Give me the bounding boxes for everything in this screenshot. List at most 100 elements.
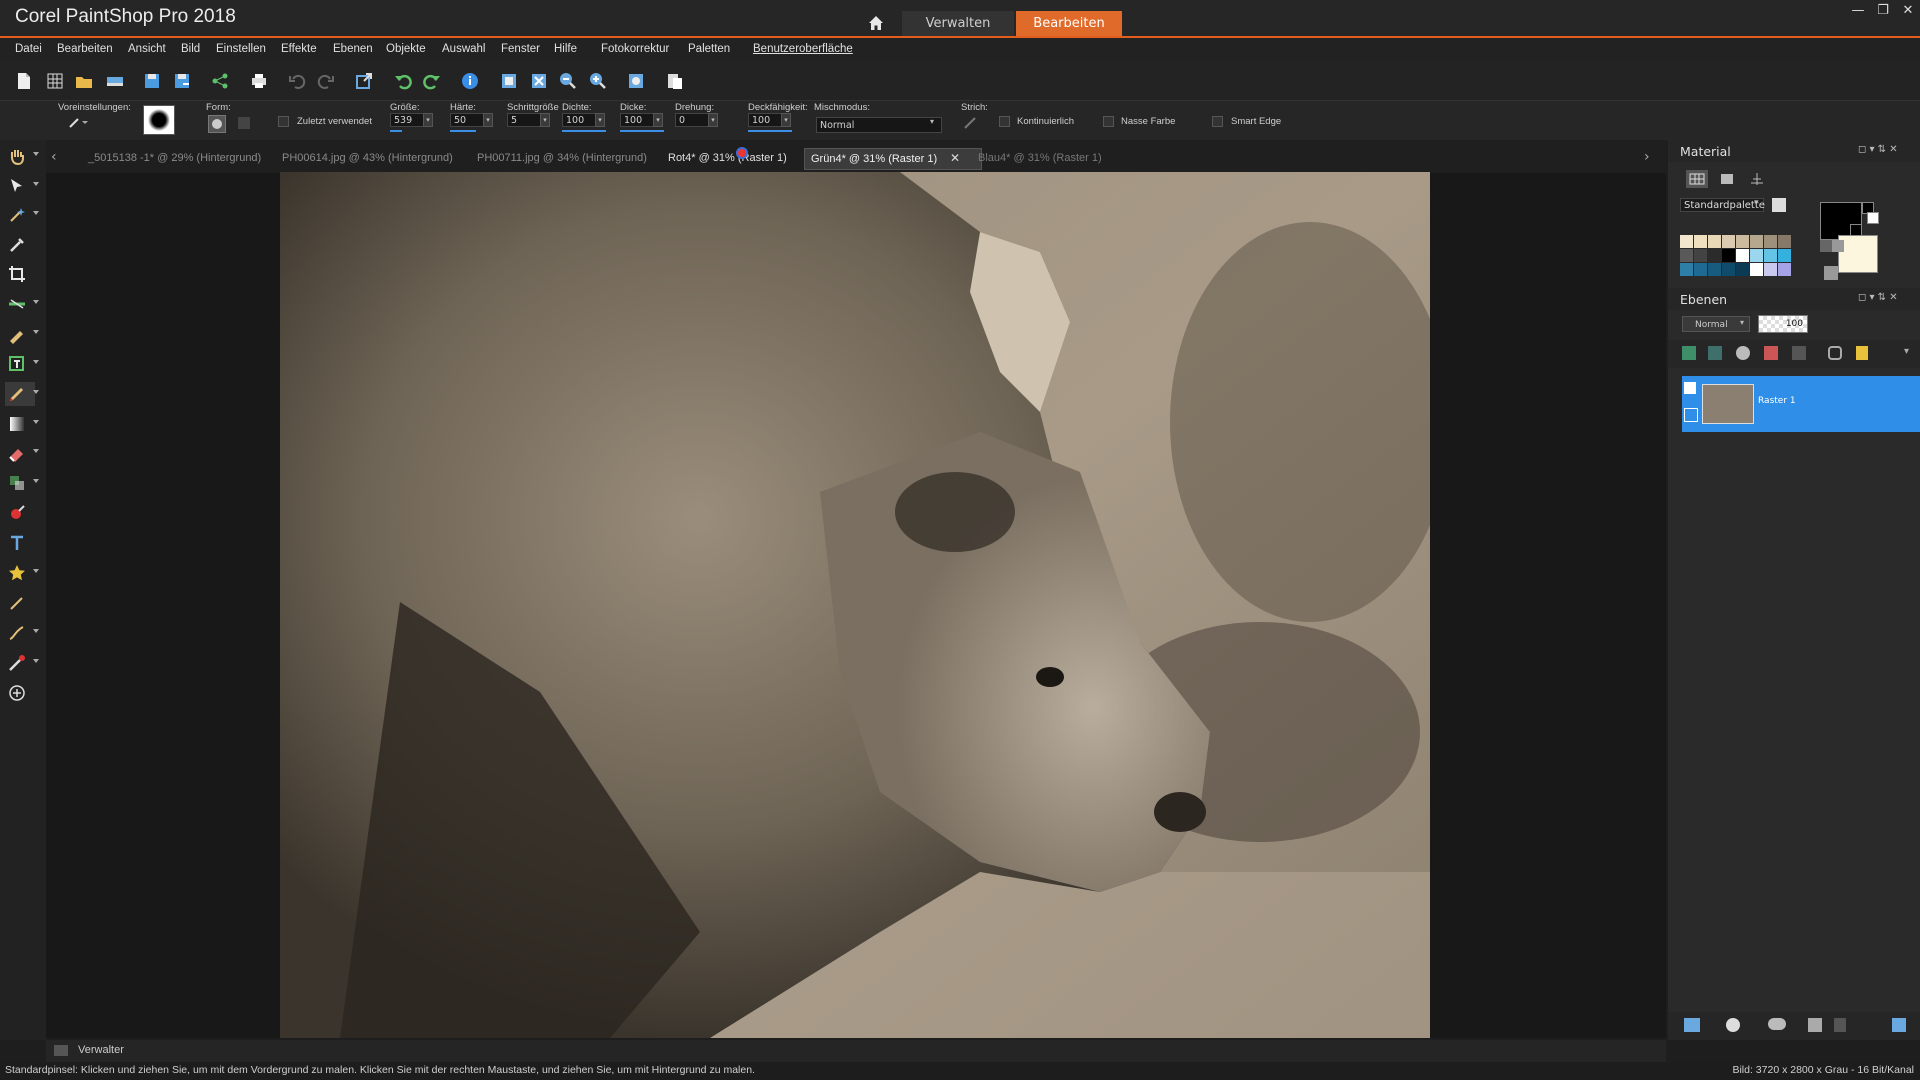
color-swatch[interactable] (1680, 263, 1693, 276)
menu-hilfe[interactable]: Hilfe (554, 43, 577, 55)
pen-tool[interactable] (5, 621, 39, 645)
thickness-field[interactable]: 100 (620, 113, 654, 127)
thickness-slider[interactable] (620, 130, 664, 132)
color-swatch[interactable] (1722, 235, 1735, 248)
size-spinner[interactable]: ▾ (423, 113, 433, 127)
blend-select[interactable]: Normal (816, 117, 942, 133)
pick-tool[interactable] (5, 174, 39, 198)
info-button[interactable] (460, 71, 480, 91)
new-grid-button[interactable] (45, 71, 65, 91)
actual-size-button[interactable] (529, 71, 549, 91)
opacity-field[interactable]: 100 (748, 113, 782, 127)
layer-opacity-field[interactable]: 100 (1758, 315, 1808, 333)
paste-button[interactable] (665, 71, 685, 91)
home-button[interactable] (862, 11, 890, 37)
redo-button[interactable] (316, 71, 336, 91)
recent-checkbox[interactable] (278, 116, 289, 127)
tabs-scroll-right-icon[interactable]: › (1644, 149, 1650, 165)
rotate-right-button[interactable] (422, 71, 442, 91)
undo-button[interactable] (287, 71, 307, 91)
makeover-tool[interactable] (5, 322, 39, 346)
opacity-spinner[interactable]: ▾ (781, 113, 791, 127)
color-swatch[interactable] (1764, 263, 1777, 276)
color-swatch[interactable] (1708, 249, 1721, 262)
doc-tab-1[interactable]: _5015138 -1* @ 29% (Hintergrund) (82, 148, 267, 168)
palette-options-button[interactable] (1772, 198, 1786, 212)
tab-edit[interactable]: Bearbeiten (1016, 11, 1122, 36)
text-cutout-tool[interactable] (5, 352, 39, 376)
menu-effekte[interactable]: Effekte (281, 43, 317, 55)
thickness-spinner[interactable]: ▾ (653, 113, 663, 127)
text-tool[interactable] (5, 531, 35, 555)
eye-icon[interactable] (1684, 408, 1698, 422)
step-spinner[interactable]: ▾ (540, 113, 550, 127)
pan-tool[interactable] (5, 144, 39, 168)
share-button[interactable] (210, 71, 230, 91)
density-spinner[interactable]: ▾ (595, 113, 605, 127)
minimize-button[interactable]: — (1848, 2, 1868, 20)
menu-objekte[interactable]: Objekte (386, 43, 426, 55)
presets-dropdown[interactable] (68, 115, 90, 129)
size-field[interactable]: 539 (390, 113, 424, 127)
paint-brush-tool[interactable] (5, 382, 39, 406)
color-swatch[interactable] (1680, 249, 1693, 262)
tabs-scroll-left-icon[interactable]: ‹ (51, 149, 57, 165)
duplicate-layer-icon[interactable] (1808, 1018, 1822, 1032)
color-swatches[interactable] (1680, 235, 1791, 277)
add-tool-button[interactable] (5, 681, 35, 705)
hardness-field[interactable]: 50 (450, 113, 484, 127)
image-canvas[interactable] (280, 172, 1430, 1038)
fg-texture-button[interactable] (1820, 240, 1832, 252)
color-swatch[interactable] (1736, 235, 1749, 248)
color-swatch[interactable] (1708, 263, 1721, 276)
menu-datei[interactable]: Datei (15, 43, 42, 55)
delete-layer-icon[interactable] (1834, 1018, 1846, 1032)
menu-fotokorrektur[interactable]: Fotokorrektur (601, 43, 669, 55)
color-swatch[interactable] (1722, 263, 1735, 276)
color-replacer-tool[interactable] (5, 651, 39, 675)
stroke-button[interactable] (963, 116, 977, 130)
density-field[interactable]: 100 (562, 113, 596, 127)
new-raster-layer-icon[interactable] (1684, 1018, 1700, 1032)
menu-benutzeroberflaeche[interactable]: Benutzeroberfläche (753, 43, 853, 55)
rainbow-view-button[interactable] (1716, 170, 1738, 188)
round-shape-button[interactable] (208, 115, 226, 133)
color-swatch[interactable] (1736, 249, 1749, 262)
dropper-tool[interactable] (5, 233, 35, 257)
color-swatch[interactable] (1680, 235, 1693, 248)
doc-tab-2[interactable]: PH00614.jpg @ 43% (Hintergrund) (276, 148, 459, 168)
layer-properties-icon[interactable] (1892, 1018, 1906, 1032)
color-swatch[interactable] (1708, 235, 1721, 248)
merge-icon[interactable] (1792, 346, 1806, 360)
density-slider[interactable] (562, 130, 606, 132)
new-adjustment-icon[interactable] (1726, 1018, 1740, 1032)
step-field[interactable]: 5 (507, 113, 541, 127)
rotation-field[interactable]: 0 (675, 113, 709, 127)
scan-button[interactable] (105, 71, 125, 91)
hardness-spinner[interactable]: ▾ (483, 113, 493, 127)
panel-menu-icon[interactable]: ◻ ▾ ⇅ ✕ (1858, 144, 1898, 155)
layer-expand-icon[interactable] (1684, 382, 1696, 394)
transparent-toggle-icon[interactable] (1824, 266, 1838, 280)
color-swatch[interactable] (1778, 235, 1791, 248)
mask-icon[interactable] (1764, 346, 1778, 360)
layers-more-chevron-icon[interactable]: ▾ (1904, 346, 1909, 357)
lock-icon[interactable] (1856, 346, 1868, 360)
color-swatch[interactable] (1750, 263, 1763, 276)
red-eye-tool[interactable] (5, 501, 35, 525)
zoom-in-button[interactable] (588, 71, 608, 91)
brush-tip-preview[interactable] (143, 105, 175, 135)
swatches-view-button[interactable] (1686, 170, 1708, 188)
square-shape-button[interactable] (238, 117, 250, 129)
mini-background-swatch[interactable] (1867, 212, 1879, 224)
palette-select[interactable]: Standardpalette (1680, 198, 1765, 212)
new-group-icon[interactable] (1708, 346, 1722, 360)
gradient-tool[interactable] (5, 412, 39, 436)
print-button[interactable] (249, 71, 269, 91)
selection-tool[interactable] (5, 203, 39, 227)
straighten-tool[interactable] (5, 292, 39, 316)
layer-row-raster-1[interactable]: Raster 1 (1682, 376, 1920, 432)
new-file-button[interactable] (14, 71, 34, 91)
rotate-left-button[interactable] (393, 71, 413, 91)
color-swatch[interactable] (1764, 235, 1777, 248)
